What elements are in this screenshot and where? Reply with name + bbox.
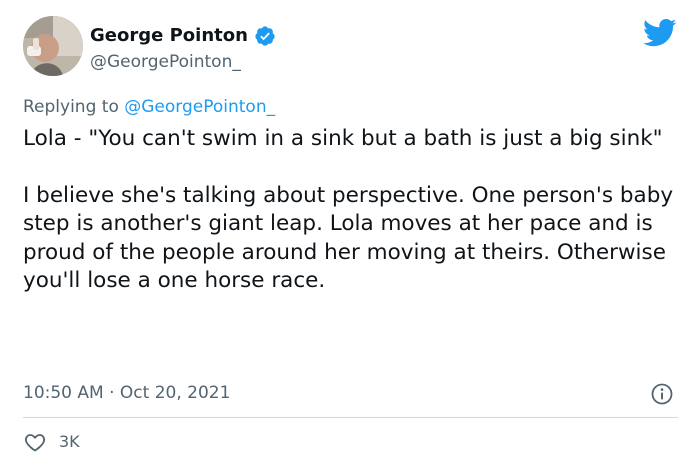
display-name[interactable]: George Pointon xyxy=(90,25,248,47)
author-name-row[interactable]: George Pointon xyxy=(90,25,276,47)
meta-separator: · xyxy=(103,383,120,403)
twitter-bird-icon[interactable] xyxy=(642,18,677,48)
reply-mention-link[interactable]: @GeorgePointon_ xyxy=(124,97,275,117)
avatar[interactable] xyxy=(23,16,83,76)
tweet-card: George Pointon @GeorgePointon_ Replying … xyxy=(0,0,700,471)
tweet-text: Lola - "You can't swim in a sink but a b… xyxy=(23,125,683,296)
tweet-paragraph: I believe she's talking about perspectiv… xyxy=(23,182,674,294)
profile-photo-icon xyxy=(23,16,83,76)
tweet-paragraph: Lola - "You can't swim in a sink but a b… xyxy=(23,126,663,151)
heart-icon[interactable] xyxy=(23,430,47,454)
tweet-date[interactable]: Oct 20, 2021 xyxy=(120,383,231,403)
divider xyxy=(23,417,678,418)
tweet-timestamp[interactable]: 10:50 AM · Oct 20, 2021 xyxy=(23,382,230,404)
info-icon[interactable] xyxy=(650,382,674,406)
author-handle[interactable]: @GeorgePointon_ xyxy=(90,51,241,73)
tweet-time[interactable]: 10:50 AM xyxy=(23,383,104,403)
like-button[interactable]: 3K xyxy=(23,430,80,454)
verified-badge-icon xyxy=(254,25,276,47)
replying-prefix: Replying to xyxy=(23,97,125,117)
like-count: 3K xyxy=(59,432,80,451)
replying-to: Replying to @GeorgePointon_ xyxy=(23,95,275,119)
